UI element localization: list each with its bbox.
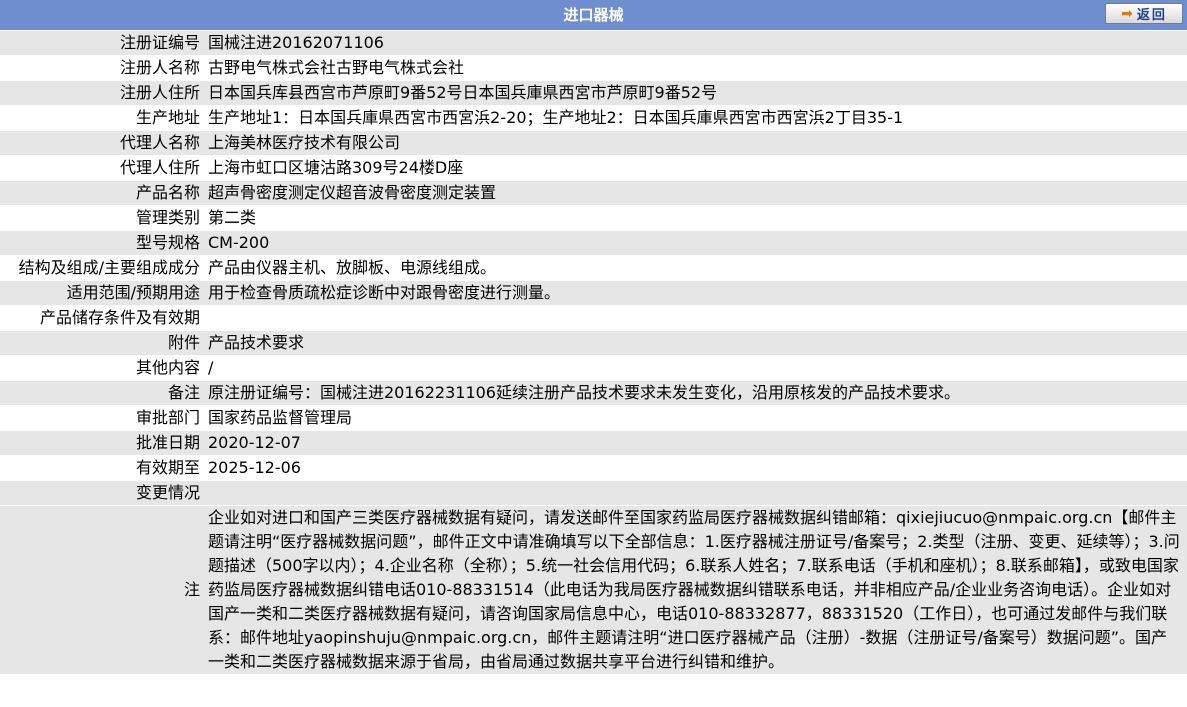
field-label: 管理类别 [0,205,204,231]
field-value: 国家药品监督管理局 [204,405,1187,431]
table-row: 注册人名称 古野电气株式会社古野电气株式会社 [0,55,1187,81]
field-value: 产品由仪器主机、放脚板、电源线组成。 [204,255,1187,281]
field-label: 有效期至 [0,455,204,481]
back-button[interactable]: ➡ 返回 [1105,3,1183,24]
field-value: 超声骨密度测定仪超音波骨密度测定装置 [204,180,1187,206]
field-value [204,480,1187,506]
field-value: 上海市虹口区塘沽路309号24楼D座 [204,155,1187,181]
table-row: 产品名称 超声骨密度测定仪超音波骨密度测定装置 [0,180,1187,206]
field-value: 日本国兵库县西宫市芦原町9番52号日本国兵庫県西宮市芦原町9番52号 [204,80,1187,106]
field-label: 注册人名称 [0,55,204,81]
field-label: 其他内容 [0,355,204,381]
table-row: 其他内容 / [0,355,1187,381]
field-value: 2020-12-07 [204,430,1187,456]
device-info-table: 注册证编号 国械注进20162071106 注册人名称 古野电气株式会社古野电气… [0,31,1187,675]
table-row: 管理类别 第二类 [0,205,1187,231]
field-value: / [204,355,1187,381]
field-value: 国械注进20162071106 [204,31,1187,56]
field-value: 第二类 [204,205,1187,231]
arrow-right-icon: ➡ [1121,5,1133,22]
page-header: 进口器械 ➡ 返回 [0,0,1187,31]
table-row: 注册证编号 国械注进20162071106 [0,31,1187,56]
field-label: 代理人名称 [0,130,204,156]
field-label: 审批部门 [0,405,204,431]
field-label: 生产地址 [0,105,204,131]
table-row: 代理人名称 上海美林医疗技术有限公司 [0,130,1187,156]
field-value: 上海美林医疗技术有限公司 [204,130,1187,156]
notice-text: 企业如对进口和国产三类医疗器械数据有疑问，请发送邮件至国家药监局医疗器械数据纠错… [204,505,1187,675]
field-label: 注册人住所 [0,80,204,106]
field-label: 适用范围/预期用途 [0,280,204,306]
table-row: 批准日期 2020-12-07 [0,430,1187,456]
field-label: 注册证编号 [0,31,204,56]
notice-row: 注 企业如对进口和国产三类医疗器械数据有疑问，请发送邮件至国家药监局医疗器械数据… [0,505,1187,675]
field-value: 古野电气株式会社古野电气株式会社 [204,55,1187,81]
table-row: 注册人住所 日本国兵库县西宫市芦原町9番52号日本国兵庫県西宮市芦原町9番52号 [0,80,1187,106]
table-row: 结构及组成/主要组成成分 产品由仪器主机、放脚板、电源线组成。 [0,255,1187,281]
table-row: 代理人住所 上海市虹口区塘沽路309号24楼D座 [0,155,1187,181]
field-label: 备注 [0,380,204,406]
table-row: 有效期至 2025-12-06 [0,455,1187,481]
field-value: 产品技术要求 [204,330,1187,356]
field-label: 产品储存条件及有效期 [0,305,204,331]
field-label: 附件 [0,330,204,356]
table-row: 型号规格 CM-200 [0,230,1187,256]
field-label: 结构及组成/主要组成成分 [0,255,204,281]
field-label: 型号规格 [0,230,204,256]
field-value: 用于检查骨质疏松症诊断中对跟骨密度进行测量。 [204,280,1187,306]
field-label: 产品名称 [0,180,204,206]
table-row: 附件 产品技术要求 [0,330,1187,356]
page-title: 进口器械 [563,6,624,24]
table-row: 备注 原注册证编号：国械注进20162231106延续注册产品技术要求未发生变化… [0,380,1187,406]
field-value [204,305,1187,331]
field-value: 2025-12-06 [204,455,1187,481]
table-row: 适用范围/预期用途 用于检查骨质疏松症诊断中对跟骨密度进行测量。 [0,280,1187,306]
field-label: 变更情况 [0,480,204,506]
field-value: 原注册证编号：国械注进20162231106延续注册产品技术要求未发生变化，沿用… [204,380,1187,406]
table-row: 产品储存条件及有效期 [0,305,1187,331]
field-label: 代理人住所 [0,155,204,181]
notice-label: 注 [0,505,204,675]
table-row: 生产地址 生产地址1：日本国兵庫県西宮市西宮浜2-20；生产地址2：日本国兵庫県… [0,105,1187,131]
table-row: 变更情况 [0,480,1187,506]
field-label: 批准日期 [0,430,204,456]
table-row: 审批部门 国家药品监督管理局 [0,405,1187,431]
back-button-label: 返回 [1136,8,1167,23]
field-value: CM-200 [204,230,1187,256]
field-value: 生产地址1：日本国兵庫県西宮市西宮浜2-20；生产地址2：日本国兵庫県西宮市西宮… [204,105,1187,131]
